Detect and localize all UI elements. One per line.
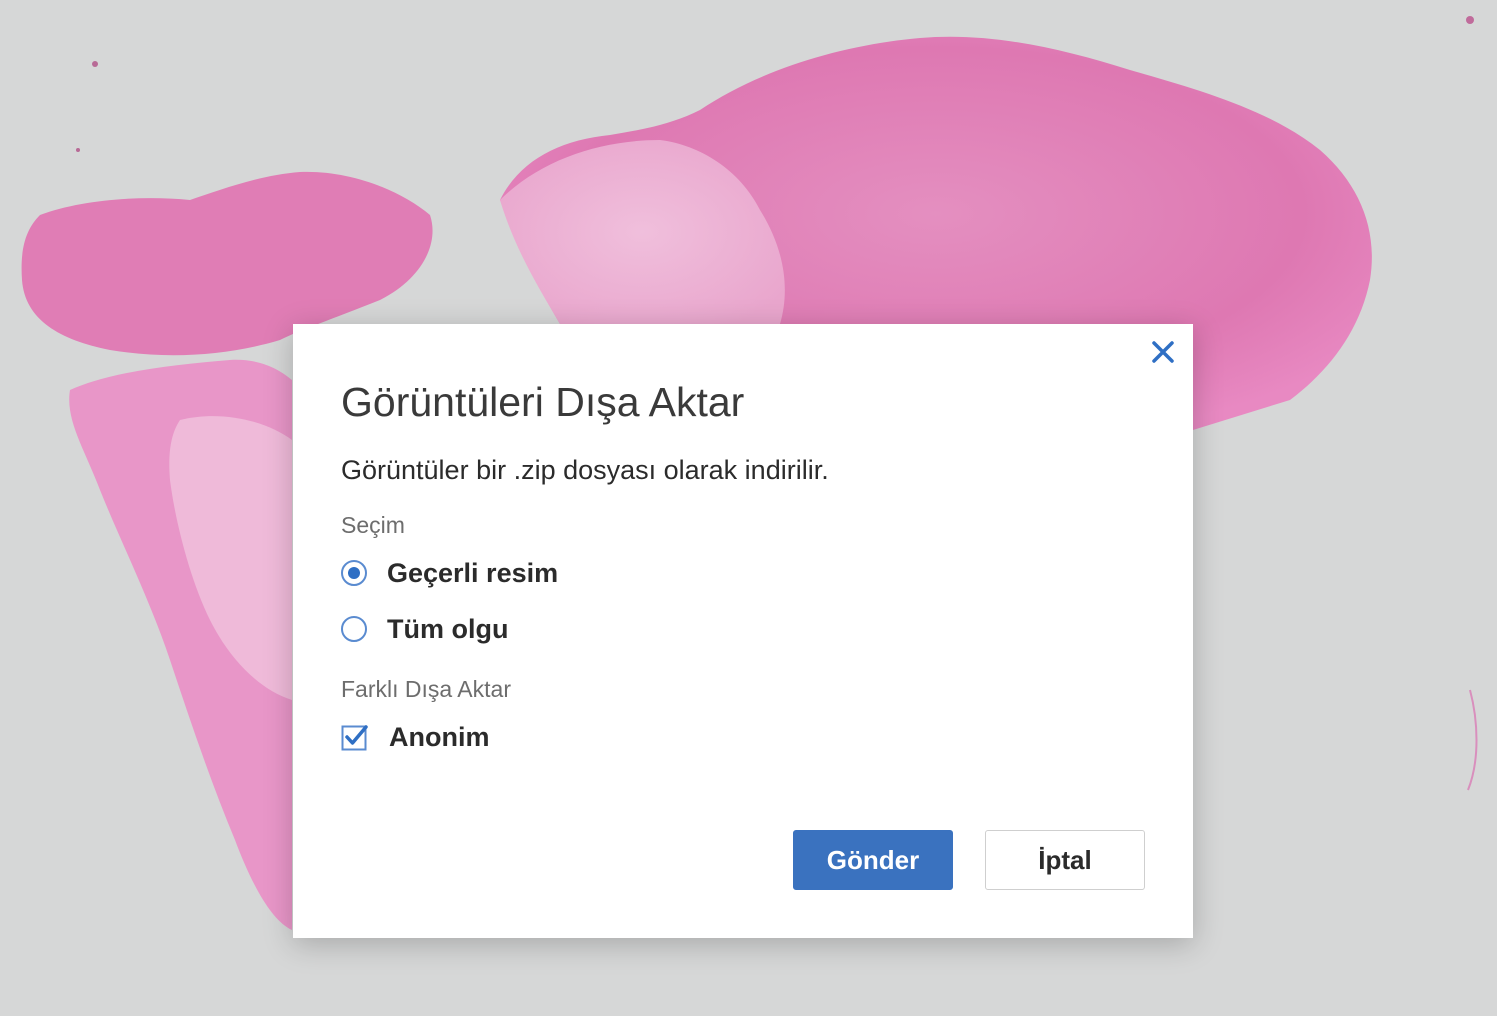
close-icon[interactable] [1149, 338, 1177, 366]
close-button[interactable] [1149, 338, 1177, 366]
submit-button[interactable]: Gönder [793, 830, 953, 890]
anonymous-checkbox-label: Anonim [389, 721, 490, 752]
radio-whole-case[interactable]: Tüm olgu [341, 611, 508, 647]
slide-viewer[interactable]: Görüntüleri Dışa Aktar Görüntüler bir .z… [0, 0, 1497, 1016]
checkbox-checked-icon[interactable] [341, 723, 369, 751]
radio-current-image[interactable]: Geçerli resim [341, 555, 558, 591]
radio-current-image-label: Geçerli resim [387, 557, 559, 588]
export-images-dialog: Görüntüleri Dışa Aktar Görüntüler bir .z… [293, 324, 1193, 938]
export-as-label: Farklı Dışa Aktar [341, 676, 511, 702]
dialog-title: Görüntüleri Dışa Aktar [341, 379, 745, 425]
radio-whole-case-label: Tüm olgu [387, 613, 509, 644]
radio-unselected-icon[interactable] [341, 616, 367, 642]
radio-selected-icon[interactable] [341, 560, 367, 586]
dialog-description: Görüntüler bir .zip dosyası olarak indir… [341, 455, 829, 485]
cancel-button[interactable]: İptal [985, 830, 1145, 890]
anonymous-checkbox[interactable]: Anonim [341, 719, 490, 755]
selection-label: Seçim [341, 512, 405, 538]
